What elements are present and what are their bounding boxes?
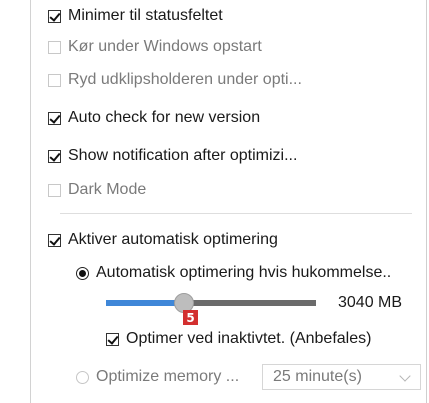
checkbox-enable-auto-optimization[interactable]: Aktiver automatisk optimering [48, 231, 278, 249]
checkbox-dark-mode[interactable]: Dark Mode [48, 181, 146, 199]
run-on-startup-label: Kør under Windows opstart [68, 38, 262, 55]
chevron-down-icon [399, 370, 411, 382]
checkbox-minimize-to-tray[interactable]: Minimer til statusfeltet [48, 7, 223, 25]
memory-threshold-label: Automatisk optimering hvis hukommelse.. [96, 264, 392, 281]
interval-dropdown[interactable]: 25 minute(s) [262, 364, 421, 390]
dark-mode-label: Dark Mode [68, 181, 147, 198]
idle-optimize-label: Optimer ved inaktivtet. (Anbefales) [126, 330, 372, 347]
show-notification-label: Show notification after optimizi... [68, 147, 298, 164]
radio-interval[interactable]: Optimize memory ... [76, 368, 239, 386]
checkbox-clear-clipboard[interactable]: Ryd udklipsholderen under opti... [48, 71, 302, 89]
checkbox-box[interactable] [48, 73, 61, 87]
radio-dot[interactable] [76, 266, 89, 280]
checkbox-box[interactable] [48, 233, 61, 247]
minimize-to-tray-label: Minimer til statusfeltet [68, 7, 223, 24]
checkbox-show-notification[interactable]: Show notification after optimizi... [48, 147, 297, 165]
checkbox-box[interactable] [48, 40, 61, 54]
checkbox-box[interactable] [106, 332, 119, 346]
memory-threshold-slider[interactable] [106, 293, 316, 313]
slider-fill [106, 300, 182, 306]
checkbox-box[interactable] [48, 149, 61, 163]
checkbox-run-on-startup[interactable]: Kør under Windows opstart [48, 38, 262, 56]
checkbox-box[interactable] [48, 9, 61, 23]
threshold-value: 3040 MB [338, 294, 403, 311]
checkbox-idle-optimize[interactable]: Optimer ved inaktivtet. (Anbefales) [106, 330, 371, 348]
radio-dot[interactable] [76, 370, 89, 384]
radio-memory-threshold[interactable]: Automatisk optimering hvis hukommelse.. [76, 264, 391, 282]
interval-label: Optimize memory ... [96, 368, 240, 385]
interval-value: 25 minute(s) [273, 368, 362, 385]
checkbox-box[interactable] [48, 183, 61, 197]
enable-auto-optimization-label: Aktiver automatisk optimering [68, 231, 278, 248]
section-divider [60, 213, 412, 214]
slider-track [186, 300, 316, 306]
checkbox-auto-check-update[interactable]: Auto check for new version [48, 109, 260, 127]
auto-check-update-label: Auto check for new version [68, 109, 261, 126]
step-number-badge: 5 [183, 310, 198, 325]
clear-clipboard-label: Ryd udklipsholderen under opti... [68, 71, 302, 88]
checkbox-box[interactable] [48, 111, 61, 125]
